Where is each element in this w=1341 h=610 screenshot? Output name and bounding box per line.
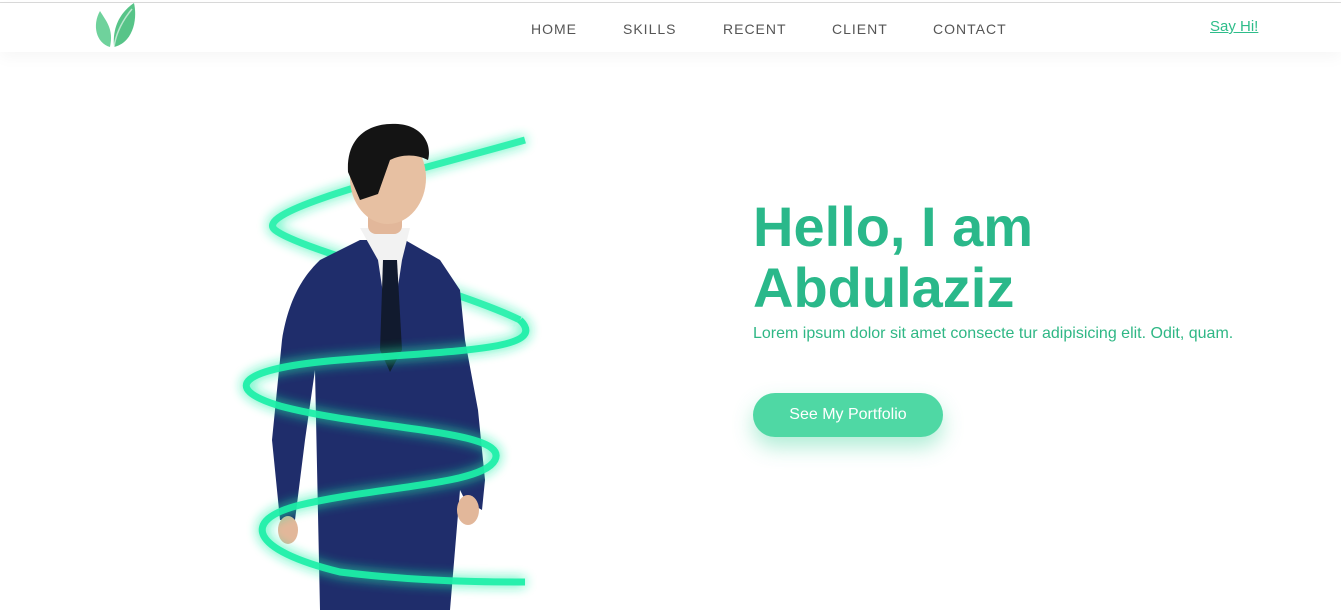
- portrait-photo: [220, 110, 560, 610]
- hero-subtitle: Lorem ipsum dolor sit amet consecte tur …: [753, 325, 1234, 342]
- nav-home[interactable]: HOME: [531, 21, 577, 37]
- hero-title-line2: Abdulaziz: [753, 256, 1015, 319]
- page: HOME SKILLS RECENT CLIENT CONTACT Say Hi…: [0, 0, 1341, 610]
- nav-skills[interactable]: SKILLS: [623, 21, 676, 37]
- see-portfolio-button[interactable]: See My Portfolio: [753, 393, 943, 437]
- site-header: HOME SKILLS RECENT CLIENT CONTACT Say Hi…: [0, 3, 1341, 52]
- say-hi-link[interactable]: Say Hi!: [1210, 18, 1258, 35]
- nav-contact[interactable]: CONTACT: [933, 21, 1007, 37]
- hero-title-line1: Hello, I am: [753, 195, 1034, 258]
- hero-title: Hello, I am Abdulaziz: [753, 196, 1193, 318]
- nav-recent[interactable]: RECENT: [723, 21, 787, 37]
- leaf-logo-icon[interactable]: [92, 3, 138, 49]
- nav-client[interactable]: CLIENT: [832, 21, 888, 37]
